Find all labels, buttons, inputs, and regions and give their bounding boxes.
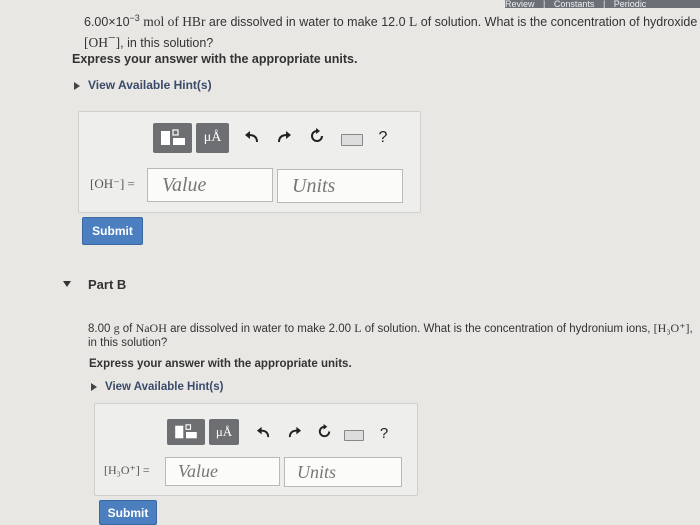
hint-label: View Available Hint(s) bbox=[105, 381, 224, 393]
expand-arrow-icon bbox=[91, 382, 97, 391]
keyboard-icon[interactable] bbox=[344, 430, 364, 441]
part-b-hint-toggle[interactable]: View Available Hint(s) bbox=[91, 381, 223, 393]
template-icon bbox=[175, 424, 197, 439]
value-placeholder: Value bbox=[178, 461, 218, 481]
nav-separator: | bbox=[602, 0, 606, 8]
oh-answer-label: [OH⁻] = bbox=[90, 176, 135, 191]
help-icon[interactable]: ? bbox=[376, 129, 390, 147]
templates-button[interactable] bbox=[167, 419, 205, 445]
part-b-title: Part B bbox=[88, 277, 127, 292]
template-icon bbox=[160, 129, 185, 145]
value-input[interactable]: Value bbox=[165, 457, 280, 486]
collapse-arrow-icon[interactable] bbox=[63, 281, 71, 287]
part-a-hint-toggle[interactable]: View Available Hint(s) bbox=[74, 78, 212, 92]
expand-arrow-icon bbox=[74, 81, 80, 90]
reset-icon[interactable] bbox=[314, 423, 334, 444]
units-placeholder: Units bbox=[297, 461, 337, 482]
value-input[interactable]: Value bbox=[147, 168, 273, 202]
nav-review-link[interactable]: Review bbox=[505, 0, 535, 8]
units-input[interactable]: Units bbox=[284, 457, 402, 487]
help-icon[interactable]: ? bbox=[377, 425, 391, 442]
units-symbols-button[interactable]: μÅ bbox=[209, 419, 239, 445]
undo-icon[interactable] bbox=[254, 424, 272, 443]
redo-icon[interactable] bbox=[275, 128, 293, 148]
units-placeholder: Units bbox=[292, 174, 336, 197]
part-a-instruction: Express your answer with the appropriate… bbox=[72, 52, 358, 66]
top-nav: Review | Constants | Periodic bbox=[505, 0, 700, 8]
units-input[interactable]: Units bbox=[277, 169, 403, 203]
reset-icon[interactable] bbox=[307, 127, 327, 149]
nav-periodic-link[interactable]: Periodic bbox=[614, 0, 647, 8]
keyboard-icon[interactable] bbox=[341, 134, 363, 146]
part-b-instruction: Express your answer with the appropriate… bbox=[89, 358, 352, 370]
units-symbols-button[interactable]: μÅ bbox=[196, 123, 229, 153]
redo-icon[interactable] bbox=[285, 424, 303, 443]
value-placeholder: Value bbox=[162, 173, 207, 196]
part-a-question: 6.00×10−3 mol of HBr are dissolved in wa… bbox=[84, 13, 700, 51]
nav-separator: | bbox=[543, 0, 546, 8]
nav-constants-link[interactable]: Constants bbox=[554, 0, 595, 8]
h3o-answer-label: [H₃O⁺] = bbox=[104, 463, 150, 477]
part-a-submit-button[interactable]: Submit bbox=[82, 217, 143, 245]
part-b-question: 8.00 g of NaOH are dissolved in water to… bbox=[88, 321, 693, 349]
undo-icon[interactable] bbox=[243, 128, 261, 148]
part-b-submit-button[interactable]: Submit bbox=[99, 500, 157, 525]
templates-button[interactable] bbox=[153, 123, 192, 153]
hint-label: View Available Hint(s) bbox=[88, 78, 212, 92]
